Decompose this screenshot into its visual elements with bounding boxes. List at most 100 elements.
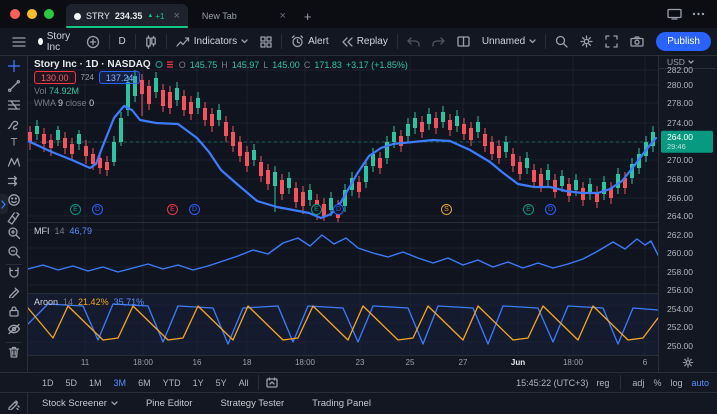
earnings-up-badge[interactable]: E — [311, 204, 322, 215]
more-options-icon[interactable] — [692, 12, 705, 16]
indicators-button[interactable]: Indicators — [170, 31, 254, 53]
dividend-badge[interactable]: D — [545, 204, 556, 215]
session-label[interactable]: reg — [596, 378, 609, 388]
close-tab-icon[interactable]: × — [173, 10, 179, 22]
dividend-badge[interactable]: D — [189, 204, 200, 215]
drawing-panel-toggle[interactable] — [0, 194, 8, 214]
text-tool-icon[interactable]: T — [8, 134, 19, 152]
symbol-search-button[interactable]: Story Inc — [32, 31, 80, 53]
clock[interactable]: 15:45:22 (UTC+3) — [516, 378, 588, 388]
fullscreen-button[interactable] — [599, 31, 624, 53]
go-to-date-button[interactable] — [262, 372, 282, 394]
tabbar-right-controls — [655, 0, 717, 28]
magnet-icon[interactable] — [8, 267, 20, 279]
range-button-6m[interactable]: 6M — [132, 378, 157, 388]
range-button-1y[interactable]: 1Y — [187, 378, 210, 388]
chevron-down-icon — [111, 401, 118, 406]
snapshot-button[interactable] — [624, 31, 650, 53]
chart-area[interactable]: Story Inc · 1D · NASDAQ O 145.75 H 145.97 … — [28, 56, 658, 372]
earnings-up-badge[interactable]: E — [523, 204, 534, 215]
scale-percent-button[interactable]: % — [653, 378, 661, 388]
tab-stry[interactable]: STRY 234.35 ▲ +1 × — [66, 4, 188, 28]
range-button-5d[interactable]: 5D — [60, 378, 84, 388]
publish-button[interactable]: Publish — [656, 32, 711, 51]
trading-panel-tab[interactable]: Trading Panel — [298, 393, 385, 414]
menu-button[interactable] — [6, 31, 32, 53]
interval-button[interactable]: D — [113, 31, 132, 53]
replay-icon — [342, 36, 353, 47]
pine-editor-tab[interactable]: Pine Editor — [132, 393, 206, 414]
split-badge[interactable]: S — [441, 204, 452, 215]
tab-new-tab[interactable]: New Tab × — [194, 4, 294, 28]
trend-line-icon[interactable] — [7, 79, 20, 93]
range-button-3m[interactable]: 3M — [108, 378, 133, 388]
stock-screener-tab[interactable]: Stock Screener — [28, 393, 132, 414]
price-axis[interactable]: USD 264.00 29:46 282.00 280.00 278.00 274.0… — [658, 56, 716, 372]
aroon-pane[interactable]: Aroon 14 21.42% 35,71% — [28, 294, 658, 356]
hide-all-drawings-icon[interactable] — [7, 323, 20, 335]
price-axis-label: 266.00 — [667, 193, 693, 203]
window-controls[interactable] — [0, 0, 66, 28]
emoji-icon[interactable] — [7, 194, 20, 207]
ohlc-high-label: H — [221, 59, 228, 70]
price-pane[interactable]: Story Inc · 1D · NASDAQ O 145.75 H 145.97 … — [28, 56, 658, 223]
range-button-1d[interactable]: 1D — [36, 378, 60, 388]
price-axis-label: 274.00 — [667, 118, 693, 128]
buy-button[interactable]: 137.24 — [98, 71, 141, 84]
mfi-label[interactable]: MFI — [34, 226, 50, 236]
close-tab-icon[interactable]: × — [279, 10, 285, 22]
lock-all-drawings-icon[interactable] — [8, 305, 19, 317]
range-button-all[interactable]: All — [233, 378, 255, 388]
aroon-label[interactable]: Aroon — [34, 297, 58, 307]
volume-legend: Vol 74.92M — [34, 86, 80, 96]
fib-retracement-icon[interactable] — [7, 100, 20, 111]
scale-adj-button[interactable]: adj — [632, 378, 644, 388]
chart-style-button[interactable] — [139, 31, 163, 53]
undo-button[interactable] — [401, 31, 426, 53]
compare-button[interactable] — [80, 31, 106, 53]
price-axis-label: 282.00 — [667, 65, 693, 75]
brush-icon[interactable] — [7, 118, 20, 130]
scale-auto-button[interactable]: auto — [691, 378, 709, 388]
earnings-up-badge[interactable]: E — [70, 204, 81, 215]
minimize-window-button[interactable] — [27, 9, 37, 19]
crosshair-icon[interactable] — [7, 59, 20, 73]
drawing-mode-icon[interactable] — [8, 286, 20, 298]
alert-button[interactable]: Alert — [285, 31, 335, 53]
chart-bottom-toolbar: 1D 5D 1M 3M 6M YTD 1Y 5Y All 15:45:22 (UTC+3) re… — [0, 372, 717, 392]
legend-status-icons[interactable] — [155, 60, 175, 69]
zoom-out-icon[interactable] — [7, 246, 20, 259]
indicator-templates-button[interactable] — [254, 31, 278, 53]
close-window-button[interactable] — [10, 9, 20, 19]
xabcd-pattern-icon[interactable] — [7, 157, 20, 168]
time-axis-label: 27 — [458, 358, 468, 367]
dividend-badge[interactable]: D — [333, 204, 344, 215]
forecast-icon[interactable] — [7, 175, 20, 187]
strategy-tester-tab[interactable]: Strategy Tester — [206, 393, 298, 414]
mfi-pane[interactable]: MFI 14 46,79 — [28, 223, 658, 294]
dividend-badge[interactable]: D — [92, 204, 103, 215]
sell-button[interactable]: 130.00 — [34, 71, 76, 84]
measure-icon[interactable] — [7, 212, 20, 226]
quick-search-button[interactable] — [549, 31, 574, 53]
pen-tool-icon[interactable] — [0, 393, 28, 414]
range-button-5y[interactable]: 5Y — [210, 378, 233, 388]
layout-panes-button[interactable] — [451, 31, 476, 53]
time-axis-label: Jun — [510, 358, 526, 367]
new-tab-button[interactable]: + — [294, 4, 322, 28]
zoom-in-icon[interactable] — [7, 227, 20, 240]
layout-name-button[interactable]: Unnamed — [476, 31, 542, 53]
screen-share-icon[interactable] — [667, 8, 682, 20]
zoom-window-button[interactable] — [44, 9, 54, 19]
scale-log-button[interactable]: log — [670, 378, 682, 388]
settings-button[interactable] — [574, 31, 599, 53]
remove-all-drawings-icon[interactable] — [8, 346, 19, 358]
range-button-ytd[interactable]: YTD — [157, 378, 187, 388]
replay-button[interactable]: Replay — [335, 31, 394, 53]
earnings-down-badge[interactable]: E — [167, 204, 178, 215]
symbol-title[interactable]: Story Inc · 1D · NASDAQ — [34, 59, 151, 70]
time-axis[interactable]: 11 18:00 16 18 18:00 23 25 27 Jun 18:00 6 — [28, 356, 658, 371]
pane-settings-button[interactable] — [682, 357, 693, 368]
redo-button[interactable] — [426, 31, 451, 53]
range-button-1m[interactable]: 1M — [83, 378, 108, 388]
